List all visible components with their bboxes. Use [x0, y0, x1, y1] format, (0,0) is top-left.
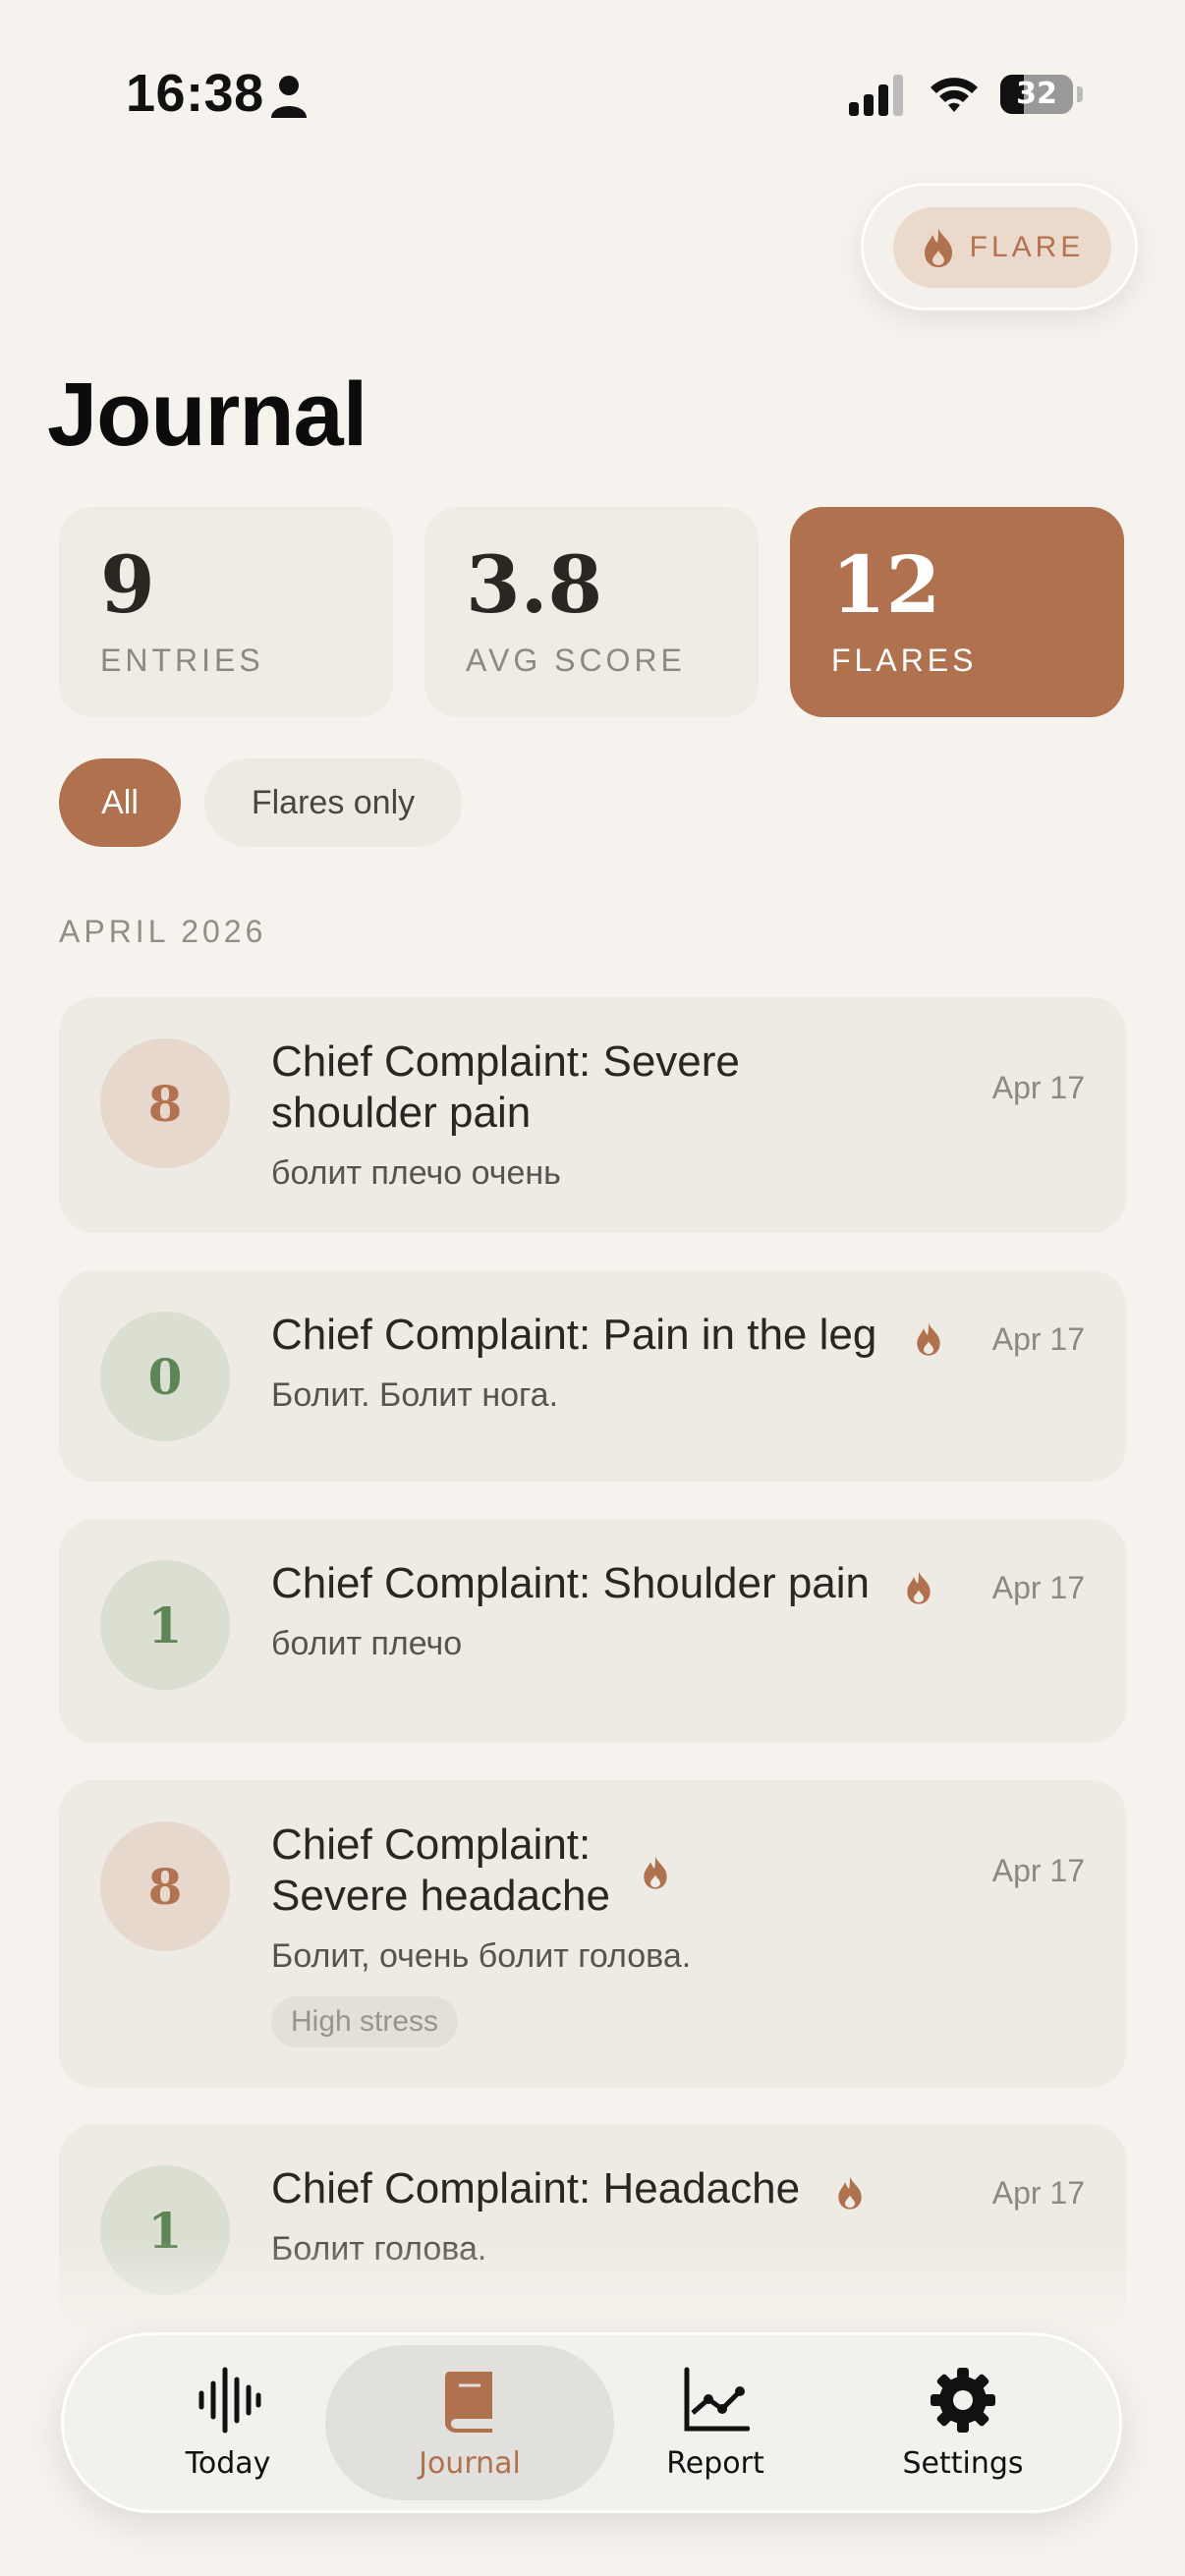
cellular-signal-icon — [849, 75, 903, 116]
score-badge: 1 — [100, 1560, 230, 1690]
stat-label: FLARES — [831, 643, 978, 678]
entry-title-line: Severe headache — [271, 1872, 610, 1920]
book-icon — [445, 2371, 492, 2433]
wifi-icon — [931, 78, 978, 112]
tab-label: Report — [666, 2445, 764, 2481]
filter-all-chip[interactable]: All — [59, 758, 181, 847]
entry-date: Apr 17 — [991, 1321, 1085, 1357]
chart-icon — [684, 2367, 750, 2431]
flare-flame-icon — [907, 1571, 931, 1604]
entry-title-line: Chief Complaint: Pain in the leg — [271, 1311, 877, 1359]
stat-card-flares[interactable]: 12 FLARES — [790, 507, 1124, 717]
entry-date: Apr 17 — [991, 1070, 1085, 1105]
journal-entry-card[interactable]: 0 Chief Complaint: Pain in the leg Болит… — [59, 1270, 1126, 1482]
flare-flame-icon — [917, 1322, 940, 1356]
battery-indicator: 32 — [1000, 75, 1075, 116]
journal-entry-card[interactable]: 1 Chief Complaint: Shoulder pain болит п… — [59, 1519, 1126, 1743]
journal-entry-card[interactable]: 8 Chief Complaint: Severe shoulder pain … — [59, 997, 1126, 1233]
gear-icon — [931, 2367, 995, 2433]
entry-title-line: Chief Complaint: Headache — [271, 2164, 801, 2212]
waveform-icon — [198, 2367, 261, 2433]
tab-label: Journal — [419, 2445, 521, 2481]
tab-bar: Today Journal Report Settings — [61, 2332, 1122, 2513]
flame-icon — [924, 228, 952, 267]
entry-date: Apr 17 — [991, 1570, 1085, 1605]
flare-button-label: FLARE — [969, 231, 1085, 263]
entry-title-line: shoulder pain — [271, 1089, 532, 1137]
status-time: 16:38 — [126, 64, 264, 123]
tab-settings[interactable]: Settings — [818, 2345, 1107, 2500]
page-title: Journal — [47, 364, 367, 465]
tab-label: Today — [185, 2445, 271, 2481]
entry-title-line: Chief Complaint: Shoulder pain — [271, 1559, 871, 1607]
stat-label: AVG SCORE — [466, 643, 686, 678]
battery-percent: 32 — [1016, 77, 1057, 111]
entry-title-line: Chief Complaint: — [271, 1820, 592, 1869]
entry-subtitle: Болит, очень болит голова. — [271, 1937, 692, 1975]
score-badge: 8 — [100, 1821, 230, 1951]
entry-subtitle: болит плечо очень — [271, 1154, 561, 1192]
flare-button[interactable]: FLARE — [893, 207, 1111, 288]
stat-label: ENTRIES — [100, 643, 264, 678]
stat-card-entries: 9 ENTRIES — [59, 507, 393, 717]
entry-date: Apr 17 — [991, 2175, 1085, 2211]
stat-card-avg-score: 3.8 AVG SCORE — [424, 507, 759, 717]
flare-flame-icon — [838, 2176, 862, 2210]
stat-value: 3.8 — [466, 538, 603, 631]
entry-tag: High stress — [271, 1996, 459, 2047]
flare-flame-icon — [644, 1856, 667, 1889]
entry-date: Apr 17 — [991, 1853, 1085, 1888]
score-badge: 8 — [100, 1038, 230, 1168]
entry-subtitle: болит плечо — [271, 1625, 463, 1662]
battery-tip — [1077, 86, 1083, 102]
flare-button-container: FLARE — [861, 183, 1138, 310]
journal-entry-card[interactable]: 8 Chief Complaint: Severe headache Болит… — [59, 1780, 1126, 2088]
entry-title-line: Chief Complaint: Severe — [271, 1037, 740, 1086]
month-header: APRIL 2026 — [59, 914, 267, 949]
entry-subtitle: Болит. Болит нога. — [271, 1376, 559, 1414]
status-bar: 16:38 32 — [0, 0, 1185, 196]
stat-value: 12 — [831, 538, 941, 631]
score-badge: 0 — [100, 1312, 230, 1441]
tab-label: Settings — [902, 2445, 1024, 2481]
stat-value: 9 — [100, 538, 155, 631]
person-icon — [271, 76, 307, 118]
filter-flares-only-chip[interactable]: Flares only — [204, 758, 462, 847]
tab-report[interactable]: Report — [571, 2345, 860, 2500]
